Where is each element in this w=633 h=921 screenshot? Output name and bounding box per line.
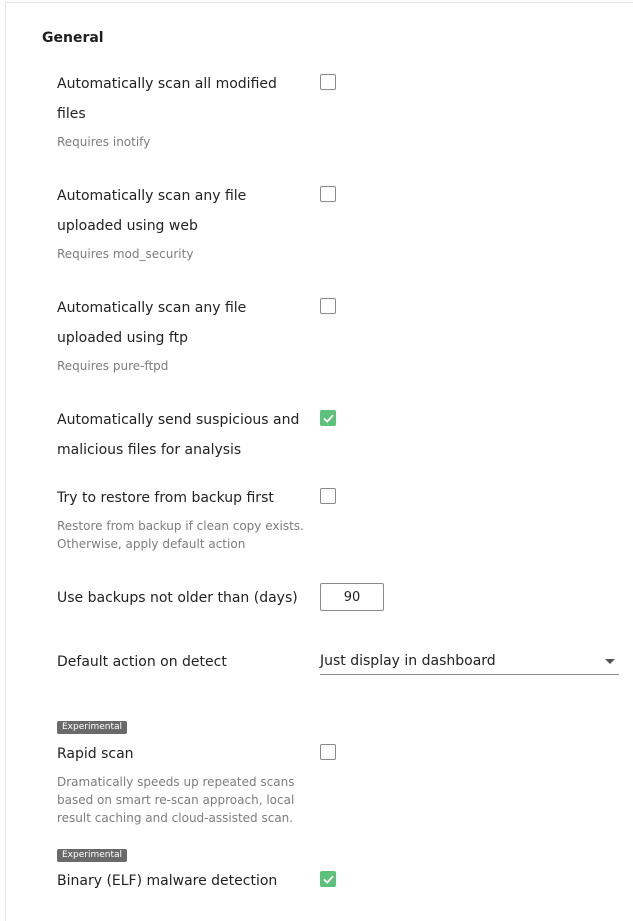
scan-ftp-label: Automatically scan any file uploaded usi… [57,293,307,353]
settings-panel: General Automatically scan all modified … [5,2,633,921]
scan-modified-desc: Requires inotify [57,135,151,149]
scan-ftp-checkbox[interactable] [320,298,336,314]
backup-age-label: Use backups not older than (days) [57,590,298,606]
scan-modified-label: Automatically scan all modified files [57,69,307,129]
elf-detection-checkbox[interactable] [320,871,336,887]
elf-experimental-badge: Experimental [57,849,128,862]
scan-ftp-desc: Requires pure-ftpd [57,359,169,373]
caret-down-icon [605,659,615,664]
scan-web-label-line1: Automatically scan any file [57,188,247,204]
checkmark-icon [323,414,334,423]
backup-age-input[interactable] [320,583,384,611]
scan-web-label-line2: uploaded using web [57,218,198,234]
scan-ftp-label-line1: Automatically scan any file [57,300,247,316]
scan-modified-checkbox[interactable] [320,74,336,90]
default-action-select[interactable]: Just display in dashboard [320,651,619,675]
rapid-scan-desc-line1: Dramatically speeds up repeated scans [57,775,295,789]
restore-backup-desc: Restore from backup if clean copy exists… [57,517,307,553]
default-action-label: Default action on detect [57,654,227,670]
scan-modified-label-line1: Automatically scan all modified [57,76,277,92]
scan-web-desc: Requires mod_security [57,247,194,261]
rapid-scan-desc-line2: based on smart re-scan approach, local [57,793,295,807]
rapid-scan-label: Rapid scan [57,746,134,762]
send-suspicious-label-line2: malicious files for analysis [57,442,242,458]
checkmark-icon [323,875,334,884]
scan-web-label: Automatically scan any file uploaded usi… [57,181,307,241]
elf-detection-label: Binary (ELF) malware detection [57,873,278,889]
scan-modified-label-line2: files [57,106,86,122]
rapid-scan-desc-line3: result caching and cloud-assisted scan. [57,811,294,825]
rapid-scan-experimental-badge: Experimental [57,721,128,734]
restore-backup-label: Try to restore from backup first [57,490,274,506]
restore-backup-desc-line2: Otherwise, apply default action [57,537,246,551]
scan-web-checkbox[interactable] [320,186,336,202]
restore-backup-desc-line1: Restore from backup if clean copy exists… [57,519,304,533]
rapid-scan-checkbox[interactable] [320,744,336,760]
send-suspicious-label: Automatically send suspicious and malici… [57,405,307,465]
send-suspicious-label-line1: Automatically send suspicious and [57,412,300,428]
rapid-scan-desc: Dramatically speeds up repeated scans ba… [57,773,307,827]
restore-backup-checkbox[interactable] [320,488,336,504]
send-suspicious-checkbox[interactable] [320,410,336,426]
section-title-general: General [42,30,104,46]
default-action-value: Just display in dashboard [320,653,496,669]
scan-ftp-label-line2: uploaded using ftp [57,330,188,346]
